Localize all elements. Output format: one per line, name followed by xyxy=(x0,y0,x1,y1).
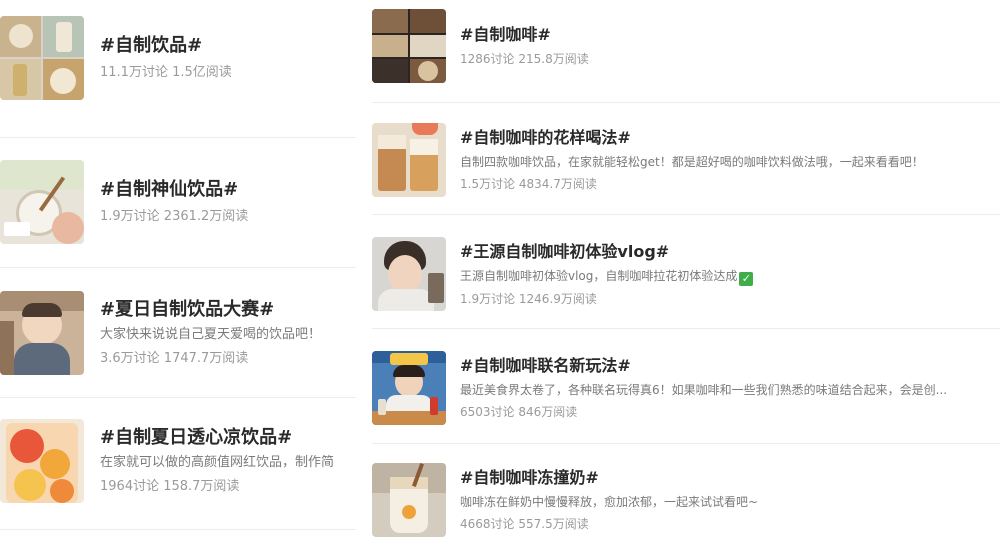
topic-item[interactable]: #自制咖啡# 1286讨论 215.8万阅读 xyxy=(372,8,1000,84)
topic-description: 最近美食界太卷了，各种联名玩得真6！如果咖啡和一些我们熟悉的味道结合起来，会是创… xyxy=(460,383,948,397)
topic-info: #王源自制咖啡初体验vlog# 王源自制咖啡初体验vlog，自制咖啡拉花初体验达… xyxy=(460,241,1000,308)
topic-info: #自制夏日透心凉饮品# 在家就可以做的高颜值网红饮品，制作简 1964讨论 15… xyxy=(100,426,356,496)
topic-description: 咖啡冻在鲜奶中慢慢释放，愈加浓郁，一起来试试看吧~ xyxy=(460,495,759,509)
topic-info: #夏日自制饮品大赛# 大家快来说说自己夏天爱喝的饮品吧！ 3.6万讨论 1747… xyxy=(100,298,356,368)
coffee-collage-thumbnail xyxy=(372,9,446,83)
topic-title: #自制夏日透心凉饮品# xyxy=(100,427,293,448)
topic-title: #自制饮品# xyxy=(100,35,203,56)
host-table-thumbnail xyxy=(372,351,446,425)
topic-info: #自制咖啡的花样喝法# 自制四款咖啡饮品，在家就能轻松get！都是超好喝的咖啡饮… xyxy=(460,127,1000,193)
topic-stats: 4668讨论 557.5万阅读 xyxy=(460,517,589,531)
topic-stats: 1.9万讨论 1246.9万阅读 xyxy=(460,291,597,306)
topic-stats: 6503讨论 846万阅读 xyxy=(460,405,578,419)
topic-item[interactable]: #夏日自制饮品大赛# 大家快来说说自己夏天爱喝的饮品吧！ 3.6万讨论 1747… xyxy=(0,289,356,377)
baby-photo-thumbnail xyxy=(0,291,84,375)
topic-info: #自制咖啡# 1286讨论 215.8万阅读 xyxy=(460,24,1000,68)
topic-description-text: 王源自制咖啡初体验vlog，自制咖啡拉花初体验达成 xyxy=(460,268,738,283)
person-vlog-thumbnail xyxy=(372,237,446,311)
topic-item[interactable]: #自制夏日透心凉饮品# 在家就可以做的高颜值网红饮品，制作简 1964讨论 15… xyxy=(0,417,356,505)
topic-item[interactable]: #自制咖啡联名新玩法# 最近美食界太卷了，各种联名玩得真6！如果咖啡和一些我们熟… xyxy=(372,350,1000,426)
topic-title: #夏日自制饮品大赛# xyxy=(100,299,275,320)
topic-title: #自制咖啡冻撞奶# xyxy=(460,468,599,487)
divider xyxy=(372,328,1000,329)
topic-list-right: #自制咖啡# 1286讨论 215.8万阅读 #自制咖啡的花样喝法# 自制四款咖… xyxy=(372,0,1000,546)
check-badge-icon: ✓ xyxy=(739,271,754,286)
topic-description: 在家就可以做的高颜值网红饮品，制作简 xyxy=(100,455,335,470)
topic-description: 大家快来说说自己夏天爱喝的饮品吧！ xyxy=(100,327,322,342)
topic-stats: 1.9万讨论 2361.2万阅读 xyxy=(100,209,249,224)
topic-item[interactable]: #自制饮品# 11.1万讨论 1.5亿阅读 xyxy=(0,14,356,102)
topic-info: #自制咖啡冻撞奶# 咖啡冻在鲜奶中慢慢释放，愈加浓郁，一起来试试看吧~ 4668… xyxy=(460,467,1000,533)
topic-stats: 3.6万讨论 1747.7万阅读 xyxy=(100,351,249,366)
coffee-jelly-thumbnail xyxy=(372,463,446,537)
drinks-collage-thumbnail xyxy=(0,16,84,100)
topic-item[interactable]: #自制咖啡的花样喝法# 自制四款咖啡饮品，在家就能轻松get！都是超好喝的咖啡饮… xyxy=(372,122,1000,198)
divider xyxy=(372,102,1000,103)
topic-item[interactable]: #王源自制咖啡初体验vlog# 王源自制咖啡初体验vlog，自制咖啡拉花初体验达… xyxy=(372,236,1000,312)
divider xyxy=(0,397,356,398)
topic-info: #自制饮品# 11.1万讨论 1.5亿阅读 xyxy=(100,34,356,82)
topic-stats: 1.5万讨论 4834.7万阅读 xyxy=(460,177,597,191)
divider xyxy=(0,137,356,138)
topic-info: #自制神仙饮品# 1.9万讨论 2361.2万阅读 xyxy=(100,178,356,226)
topic-stats: 1286讨论 215.8万阅读 xyxy=(460,52,589,66)
divider xyxy=(0,267,356,268)
topic-description: 王源自制咖啡初体验vlog，自制咖啡拉花初体验达成 ✓ xyxy=(460,267,1000,286)
topic-list-left: #自制饮品# 11.1万讨论 1.5亿阅读 #自制神仙饮品# 1.9万讨论 23… xyxy=(0,0,356,546)
topic-item[interactable]: #自制咖啡冻撞奶# 咖啡冻在鲜奶中慢慢释放，愈加浓郁，一起来试试看吧~ 4668… xyxy=(372,462,1000,538)
topic-description: 自制四款咖啡饮品，在家就能轻松get！都是超好喝的咖啡饮料做法哦，一起来看看吧！ xyxy=(460,155,924,169)
topic-item[interactable]: #自制神仙饮品# 1.9万讨论 2361.2万阅读 xyxy=(0,158,356,246)
citrus-drink-thumbnail xyxy=(0,419,84,503)
topic-stats: 1964讨论 158.7万阅读 xyxy=(100,479,240,494)
milk-drink-thumbnail xyxy=(0,160,84,244)
divider xyxy=(372,214,1000,215)
topic-title: #王源自制咖啡初体验vlog# xyxy=(460,241,670,261)
topic-title: #自制咖啡# xyxy=(460,25,551,44)
divider xyxy=(372,443,1000,444)
topic-title: #自制神仙饮品# xyxy=(100,179,239,200)
divider xyxy=(0,529,356,530)
topic-stats: 11.1万讨论 1.5亿阅读 xyxy=(100,65,232,80)
topic-title: #自制咖啡的花样喝法# xyxy=(460,128,631,147)
topic-info: #自制咖啡联名新玩法# 最近美食界太卷了，各种联名玩得真6！如果咖啡和一些我们熟… xyxy=(460,355,1000,421)
coffee-cups-thumbnail xyxy=(372,123,446,197)
topic-title: #自制咖啡联名新玩法# xyxy=(460,356,631,375)
